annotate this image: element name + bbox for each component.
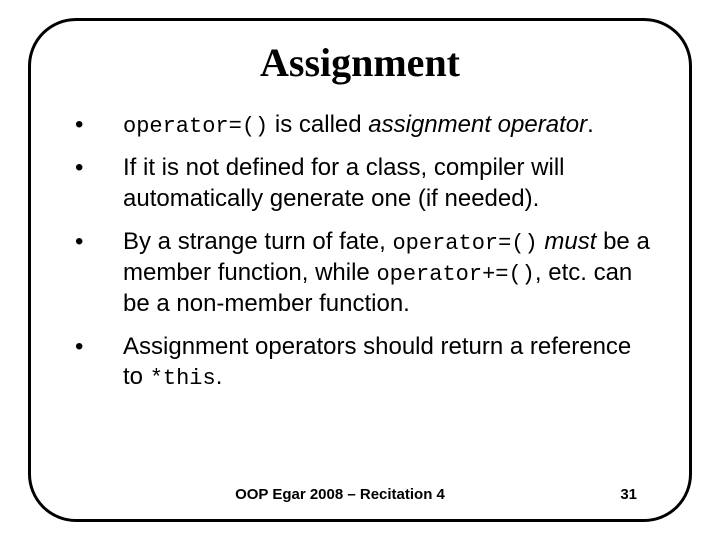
slide-frame: Assignment operator=() is called assignm… (28, 18, 692, 522)
bullet-list: operator=() is called assignment operato… (69, 110, 651, 394)
bullet-item: By a strange turn of fate, operator=() m… (69, 227, 651, 320)
bullet-item: If it is not defined for a class, compil… (69, 153, 651, 214)
footer-text: OOP Egar 2008 – Recitation 4 (31, 486, 597, 503)
text: If it is not defined for a class, compil… (123, 154, 565, 212)
bullet-item: operator=() is called assignment operato… (69, 110, 651, 141)
code-span: *this (150, 366, 216, 391)
code-span: operator=() (392, 231, 537, 256)
text: is called (268, 111, 368, 138)
code-span: operator=() (123, 114, 268, 139)
text: By a strange turn of fate, (123, 228, 392, 255)
code-span: operator+=() (376, 262, 534, 287)
slide-title: Assignment (69, 39, 651, 86)
italic-text: assignment operator (368, 111, 587, 138)
italic-text: must (544, 228, 596, 255)
text: . (587, 111, 594, 138)
text: . (216, 363, 223, 390)
page-number: 31 (597, 486, 637, 503)
bullet-item: Assignment operators should return a ref… (69, 332, 651, 394)
slide-footer: OOP Egar 2008 – Recitation 4 31 (31, 486, 689, 503)
